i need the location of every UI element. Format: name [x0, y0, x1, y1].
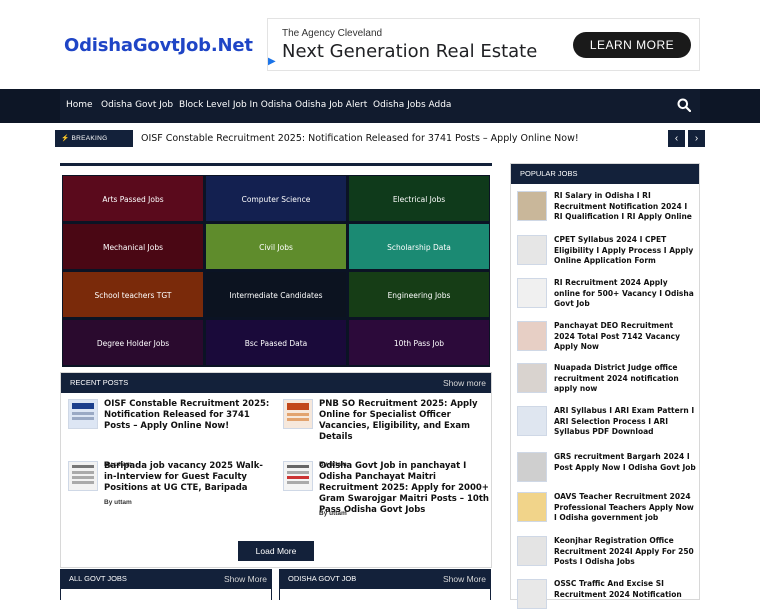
ad-headline[interactable]: Next Generation Real Estate	[282, 41, 537, 62]
category-tile[interactable]: Civil Jobs	[205, 223, 347, 270]
ad-choices-icon[interactable]: ▶	[268, 54, 278, 69]
post-title[interactable]: Baripada job vacancy 2025 Walk-in-Interv…	[104, 461, 272, 494]
post-item[interactable]: PNB SO Recruitment 2025: Apply Online fo…	[283, 399, 488, 468]
category-tile[interactable]: Bsc Paased Data	[205, 319, 347, 366]
post-author: By uttam	[104, 499, 132, 506]
category-tile[interactable]: Scholarship Data	[348, 223, 490, 270]
popular-job-thumbnail[interactable]	[517, 235, 547, 265]
category-tile[interactable]: Electrical Jobs	[348, 175, 490, 222]
category-tile[interactable]: 10th Pass Job	[348, 319, 490, 366]
odisha-govt-job-header: ODISHA GOVT JOB Show More	[279, 569, 491, 589]
category-grid-inner: Arts Passed Jobs Computer Science Electr…	[62, 175, 490, 367]
popular-job-title[interactable]: OSSC Traffic And Excise SI Recruitment 2…	[554, 579, 696, 600]
all-govt-jobs-body	[61, 589, 271, 600]
breaking-next-button[interactable]: ›	[688, 130, 705, 147]
popular-job-title[interactable]: RI Salary in Odisha I RI Recruitment Not…	[554, 191, 696, 223]
nav-item-odisha-job-alert[interactable]: Odisha Job Alert	[295, 100, 367, 110]
site-header: OdishaGovtJob.Net The Agency Cleveland N…	[0, 0, 760, 89]
all-govt-jobs-header: ALL GOVT JOBS Show More	[60, 569, 272, 589]
popular-job-title[interactable]: CPET Syllabus 2024 I CPET Eligibility I …	[554, 235, 696, 267]
post-title[interactable]: Odisha Govt Job in panchayat I Odisha Pa…	[319, 461, 489, 516]
post-title[interactable]: OISF Constable Recruitment 2025: Notific…	[104, 399, 272, 432]
recent-show-more-link[interactable]: Show more	[443, 373, 486, 393]
category-tile[interactable]: Computer Science	[205, 175, 347, 222]
nav-item-block-level-job[interactable]: Block Level Job In Odisha	[179, 100, 292, 110]
popular-job-thumbnail[interactable]	[517, 452, 547, 482]
nav-item-home[interactable]: Home	[66, 100, 93, 110]
popular-job-title[interactable]: ARI Syllabus I ARI Exam Pattern I ARI Se…	[554, 406, 696, 438]
popular-job-thumbnail[interactable]	[517, 406, 547, 436]
popular-job-thumbnail[interactable]	[517, 363, 547, 393]
popular-job-thumbnail[interactable]	[517, 579, 547, 609]
popular-job-thumbnail[interactable]	[517, 536, 547, 566]
popular-job-thumbnail[interactable]	[517, 191, 547, 221]
popular-jobs-heading: POPULAR JOBS	[520, 169, 578, 178]
category-tile[interactable]: Arts Passed Jobs	[62, 175, 204, 222]
load-more-button[interactable]: Load More	[238, 541, 314, 561]
post-item[interactable]: Odisha Govt Job in panchayat I Odisha Pa…	[283, 461, 489, 521]
ad-learn-more-button[interactable]: LEARN MORE	[573, 32, 691, 58]
nav-item-odisha-jobs-adda[interactable]: Odisha Jobs Adda	[373, 100, 451, 110]
ad-sponsor: The Agency Cleveland	[282, 28, 383, 39]
category-tile[interactable]: Intermediate Candidates	[205, 271, 347, 318]
category-tile[interactable]: School teachers TGT	[62, 271, 204, 318]
category-tile[interactable]: Mechanical Jobs	[62, 223, 204, 270]
popular-job-title[interactable]: GRS recruitment Bargarh 2024 I Post Appl…	[554, 452, 696, 473]
odisha-govt-job-body	[280, 589, 490, 600]
popular-job-title[interactable]: RI Recruitment 2024 Apply online for 500…	[554, 278, 696, 310]
odisha-govt-job-heading: ODISHA GOVT JOB	[288, 574, 357, 583]
site-logo[interactable]: OdishaGovtJob.Net	[64, 35, 253, 56]
breaking-posts-ticker: ⚡ BREAKING POSTS OISF Constable Recruitm…	[55, 128, 705, 159]
post-thumbnail[interactable]	[68, 461, 98, 491]
breaking-headline[interactable]: OISF Constable Recruitment 2025: Notific…	[141, 133, 579, 144]
popular-job-title[interactable]: Nuapada District Judge office recruitmen…	[554, 363, 696, 395]
search-icon[interactable]	[677, 98, 691, 112]
category-grid: Arts Passed Jobs Computer Science Electr…	[60, 163, 492, 367]
nav-item-odisha-govt-job[interactable]: Odisha Govt Job	[101, 100, 173, 110]
post-thumbnail[interactable]	[283, 461, 313, 491]
popular-job-thumbnail[interactable]	[517, 278, 547, 308]
category-tile[interactable]: Degree Holder Jobs	[62, 319, 204, 366]
odisha-govt-job-show-more-link[interactable]: Show More	[443, 569, 486, 589]
recent-posts-heading: RECENT POSTS	[70, 378, 129, 387]
popular-job-title[interactable]: OAVS Teacher Recruitment 2024 Profession…	[554, 492, 696, 524]
popular-jobs-header: POPULAR JOBS	[511, 164, 699, 184]
category-tile[interactable]: Engineering Jobs	[348, 271, 490, 318]
ad-banner[interactable]: The Agency Cleveland Next Generation Rea…	[267, 18, 700, 71]
recent-posts-header: RECENT POSTS Show more	[61, 373, 491, 393]
breaking-prev-button[interactable]: ‹	[668, 130, 685, 147]
post-title[interactable]: PNB SO Recruitment 2025: Apply Online fo…	[319, 399, 487, 443]
popular-job-title[interactable]: Panchayat DEO Recruitment 2024 Total Pos…	[554, 321, 696, 353]
post-thumbnail[interactable]	[68, 399, 98, 429]
main-nav: Home Odisha Govt Job Block Level Job In …	[0, 89, 760, 123]
popular-job-thumbnail[interactable]	[517, 321, 547, 351]
post-item[interactable]: Baripada job vacancy 2025 Walk-in-Interv…	[68, 461, 273, 517]
popular-jobs-sidebar: POPULAR JOBS RI Salary in Odisha I RI Re…	[510, 163, 700, 609]
recent-posts-section: RECENT POSTS Show more OISF Constable Re…	[60, 372, 492, 568]
popular-job-thumbnail[interactable]	[517, 492, 547, 522]
post-item[interactable]: OISF Constable Recruitment 2025: Notific…	[68, 399, 273, 468]
breaking-label: ⚡ BREAKING POSTS	[55, 130, 133, 159]
post-thumbnail[interactable]	[283, 399, 313, 429]
post-author: By uttam	[319, 510, 347, 517]
all-govt-jobs-heading: ALL GOVT JOBS	[69, 574, 127, 583]
all-govt-jobs-show-more-link[interactable]: Show More	[224, 569, 267, 589]
popular-job-title[interactable]: Keonjhar Registration Office Recruitment…	[554, 536, 696, 568]
